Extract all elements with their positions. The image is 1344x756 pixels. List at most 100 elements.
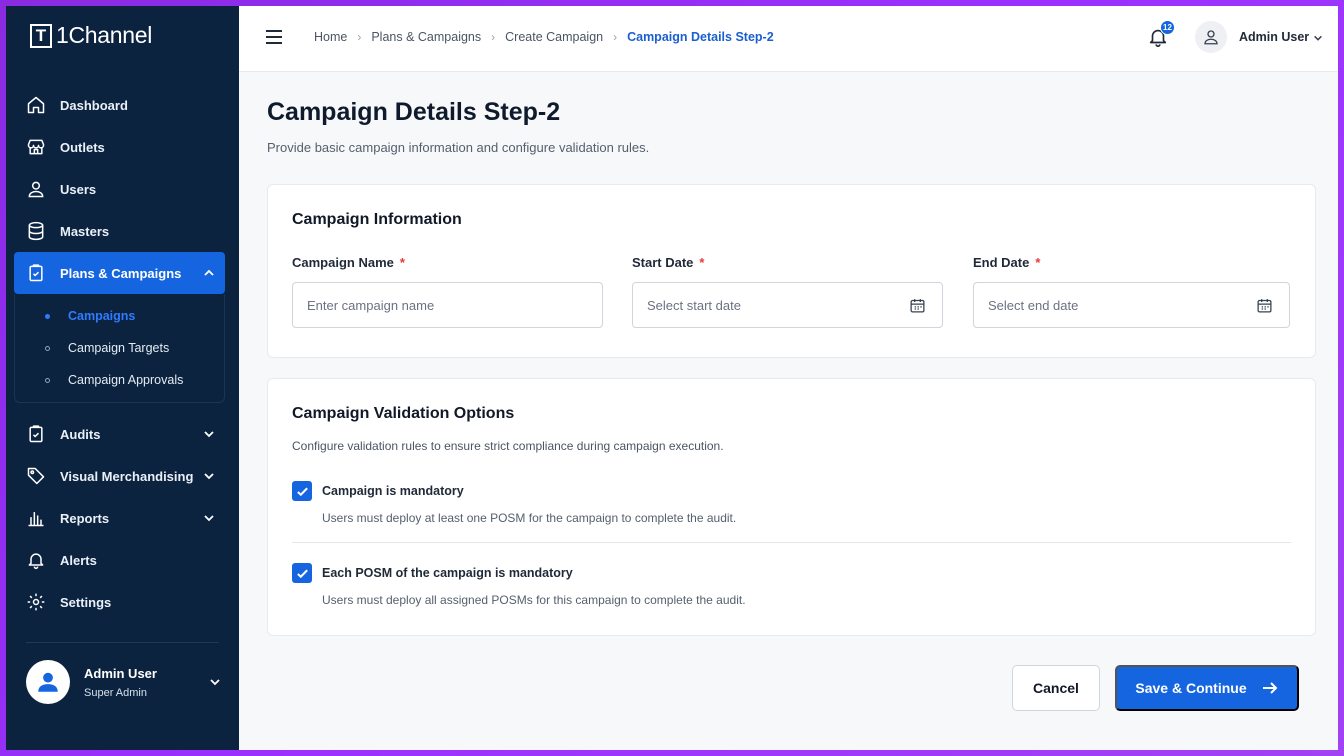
chevron-down-icon[interactable] <box>203 512 215 524</box>
breadcrumb-plans-campaigns[interactable]: Plans & Campaigns <box>371 30 481 44</box>
input-placeholder: Select start date <box>647 297 741 313</box>
option-title: Campaign is mandatory <box>322 484 464 498</box>
subitem-campaigns[interactable]: Campaigns <box>15 300 224 332</box>
option-description: Users must deploy at least one POSM for … <box>322 511 737 525</box>
top-bar: Home › Plans & Campaigns › Create Campai… <box>239 6 1338 72</box>
subitem-label: Campaigns <box>68 309 136 323</box>
calendar-icon[interactable] <box>909 297 926 314</box>
chevron-right-icon: › <box>491 30 496 44</box>
sidebar-item-label: Users <box>60 181 97 197</box>
sidebar-item-label: Reports <box>60 510 110 526</box>
app-name: 1Channel <box>56 22 153 48</box>
chevron-down-icon[interactable] <box>209 676 221 688</box>
campaign-name-field: Campaign Name * Enter campaign name <box>292 255 603 328</box>
main-content: Home › Plans & Campaigns › Create Campai… <box>239 6 1338 750</box>
sidebar-item-users[interactable]: Users <box>14 168 225 210</box>
option-description: Users must deploy all assigned POSMs for… <box>322 593 746 607</box>
breadcrumb-home[interactable]: Home <box>314 30 347 44</box>
menu-icon[interactable] <box>265 28 283 46</box>
arrow-right-icon <box>1262 682 1278 694</box>
breadcrumb-current: Campaign Details Step-2 <box>627 30 774 44</box>
gear-icon <box>27 593 45 611</box>
validation-options-card: Campaign Validation Options Configure va… <box>267 378 1316 636</box>
page-title: Campaign Details Step-2 <box>267 98 561 126</box>
breadcrumb-create-campaign[interactable]: Create Campaign <box>505 30 603 44</box>
app-window: T 1Channel Dashboard Outlets Users Maste… <box>6 6 1338 750</box>
user-avatar-icon <box>38 672 58 692</box>
sidebar-item-plans-campaigns[interactable]: Plans & Campaigns <box>14 252 225 294</box>
notification-badge: 12 <box>1160 20 1175 35</box>
clipboard-icon <box>29 425 43 443</box>
user-avatar[interactable] <box>1195 21 1227 53</box>
chevron-right-icon: › <box>613 30 618 44</box>
database-icon <box>28 221 44 241</box>
chevron-right-icon: › <box>357 30 362 44</box>
bullet-icon <box>45 313 50 319</box>
campaign-mandatory-checkbox[interactable] <box>292 481 312 501</box>
sidebar-item-visual-merchandising[interactable]: Visual Merchandising <box>14 455 225 497</box>
option-divider <box>292 542 1291 543</box>
avatar <box>26 660 70 704</box>
option-campaign-mandatory: Campaign is mandatory Users must deploy … <box>292 481 736 525</box>
bullet-icon <box>45 377 50 383</box>
campaign-name-input[interactable]: Enter campaign name <box>292 282 603 328</box>
sidebar-item-label: Audits <box>60 426 101 442</box>
logo-mark: T <box>30 23 52 48</box>
sidebar-item-audits[interactable]: Audits <box>14 413 225 455</box>
bar-chart-icon <box>28 512 44 527</box>
home-icon <box>27 96 45 114</box>
sidebar-item-label: Dashboard <box>60 97 128 113</box>
checkmark-icon <box>296 569 308 578</box>
field-label: End Date * <box>973 255 1041 270</box>
subitem-campaign-approvals[interactable]: Campaign Approvals <box>15 364 224 396</box>
subitem-campaign-targets[interactable]: Campaign Targets <box>15 332 224 364</box>
card-title: Campaign Validation Options <box>292 405 515 422</box>
user-menu-name[interactable]: Admin User <box>1239 30 1309 44</box>
input-placeholder: Enter campaign name <box>307 297 435 313</box>
sidebar: T 1Channel Dashboard Outlets Users Maste… <box>6 6 239 750</box>
sidebar-item-label: Alerts <box>60 552 97 568</box>
sidebar-item-settings[interactable]: Settings <box>14 581 225 623</box>
input-placeholder: Select end date <box>988 297 1079 313</box>
page-subtitle: Provide basic campaign information and c… <box>267 140 650 155</box>
chevron-down-icon[interactable] <box>1313 33 1323 43</box>
end-date-field: End Date * Select end date <box>973 255 1290 328</box>
user-icon <box>1204 30 1218 45</box>
subitem-label: Campaign Targets <box>68 341 170 355</box>
breadcrumb: Home › Plans & Campaigns › Create Campai… <box>314 30 774 44</box>
profile-info: Admin User Super Admin <box>84 666 157 699</box>
sidebar-divider <box>26 642 219 643</box>
sidebar-item-outlets[interactable]: Outlets <box>14 126 225 168</box>
option-text: Campaign is mandatory Users must deploy … <box>322 481 736 525</box>
sidebar-item-dashboard[interactable]: Dashboard <box>14 84 225 126</box>
card-description: Configure validation rules to ensure str… <box>292 439 724 453</box>
option-each-posm-mandatory: Each POSM of the campaign is mandatory U… <box>292 563 746 607</box>
calendar-icon[interactable] <box>1256 297 1273 314</box>
bullet-icon <box>45 345 50 351</box>
chevron-down-icon[interactable] <box>203 428 215 440</box>
sidebar-item-label: Visual Merchandising <box>60 468 194 484</box>
chevron-up-icon[interactable] <box>203 267 215 279</box>
bell-icon <box>28 553 44 570</box>
end-date-input[interactable]: Select end date <box>973 282 1290 328</box>
app-logo[interactable]: T 1Channel <box>30 22 152 49</box>
sidebar-item-reports[interactable]: Reports <box>14 497 225 539</box>
start-date-input[interactable]: Select start date <box>632 282 943 328</box>
each-posm-mandatory-checkbox[interactable] <box>292 563 312 583</box>
field-label: Start Date * <box>632 255 705 270</box>
option-title: Each POSM of the campaign is mandatory <box>322 566 573 580</box>
checkmark-icon <box>296 487 308 496</box>
card-title: Campaign Information <box>292 211 462 228</box>
campaign-submenu: Campaigns Campaign Targets Campaign Appr… <box>14 294 225 403</box>
save-continue-button[interactable]: Save & Continue <box>1115 665 1299 711</box>
sidebar-item-alerts[interactable]: Alerts <box>14 539 225 581</box>
chevron-down-icon[interactable] <box>203 470 215 482</box>
start-date-field: Start Date * Select start date <box>632 255 943 328</box>
cancel-button[interactable]: Cancel <box>1012 665 1100 711</box>
sidebar-profile[interactable]: Admin User Super Admin <box>26 660 221 704</box>
profile-name: Admin User <box>84 665 157 681</box>
subitem-label: Campaign Approvals <box>68 373 184 387</box>
store-icon <box>27 139 45 155</box>
sidebar-item-masters[interactable]: Masters <box>14 210 225 252</box>
sidebar-nav: Dashboard Outlets Users Masters Plans & … <box>14 84 225 623</box>
